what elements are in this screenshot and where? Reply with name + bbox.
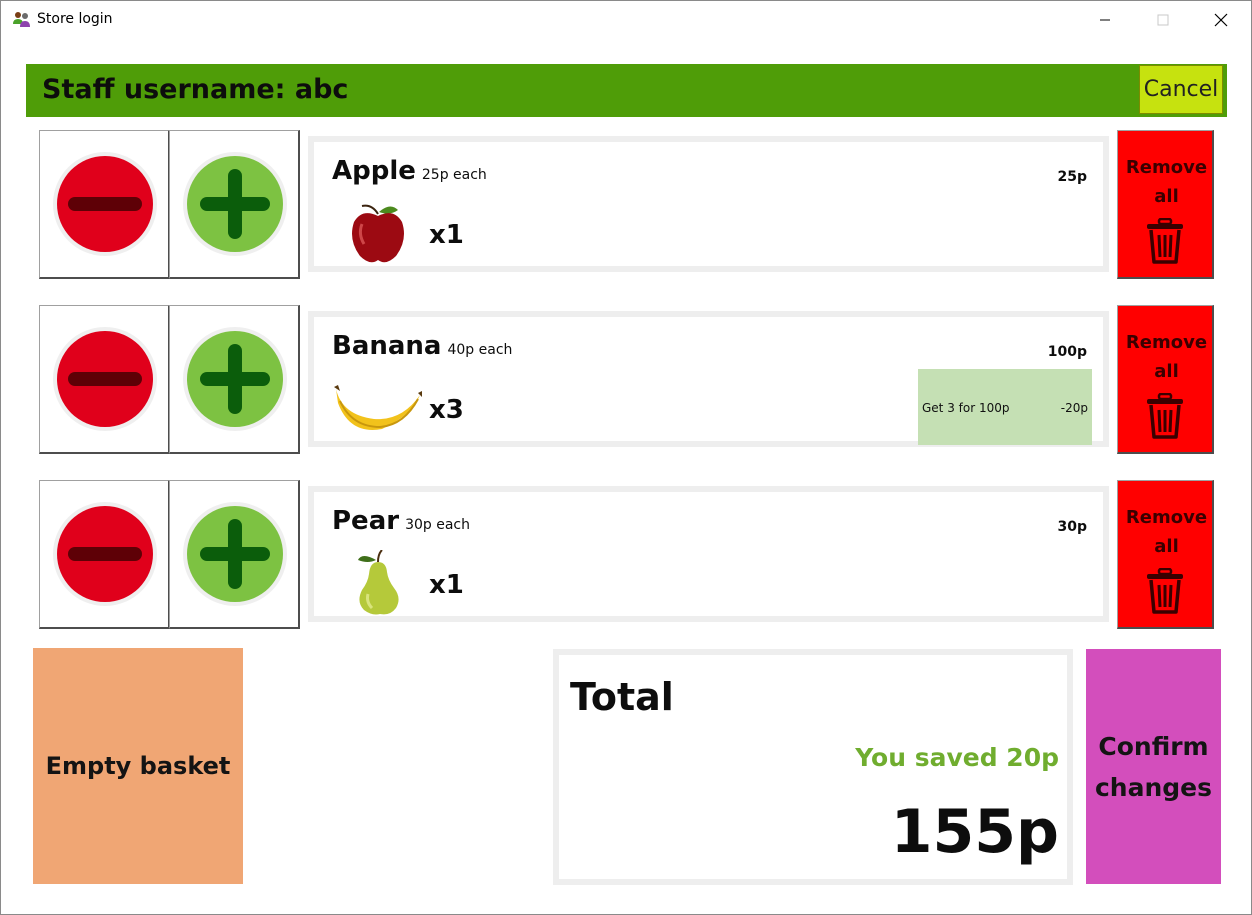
cancel-button[interactable]: Cancel [1139,65,1223,114]
item-quantity: x3 [429,395,464,425]
minus-icon [53,152,157,256]
item-name-text: Banana [332,331,442,361]
increase-apple-button[interactable] [169,130,300,279]
remove-label-line2: all [1154,536,1179,557]
remove-label-line2: all [1154,361,1179,382]
close-icon [1214,13,1228,27]
banana-icon [334,385,422,430]
item-card-apple: Apple 25p each 25p x1 [308,136,1109,272]
close-button[interactable] [1192,1,1250,39]
decrease-banana-button[interactable] [39,305,170,454]
minus-icon [53,327,157,431]
decrease-pear-button[interactable] [39,480,170,629]
users-icon [13,12,30,27]
offer-discount: -20p [1060,401,1088,415]
app-window: Store login Staff username: abc Cancel A… [0,0,1252,915]
remove-label-line1: Remove [1125,507,1208,528]
remove-all-pear-button[interactable]: Remove all [1117,480,1214,629]
item-name-text: Apple [332,156,416,186]
confirm-changes-button[interactable]: Confirm changes [1086,649,1221,884]
minimize-button[interactable] [1076,1,1134,39]
offer-label: Get 3 for 100p [922,401,1010,415]
item-unit-price: 40p each [447,342,513,358]
item-card-pear: Pear 30p each 30p x1 [308,486,1109,622]
item-line-total: 30p [1057,519,1087,535]
item-name: Banana 40p each [332,331,512,361]
basket-row-apple: Apple 25p each 25p x1 Remove all [1,130,1251,280]
trash-icon [1147,568,1183,614]
increase-banana-button[interactable] [169,305,300,454]
total-panel: Total You saved 20p 155p [553,649,1073,885]
total-amount: 155p [890,797,1059,867]
remove-all-apple-button[interactable]: Remove all [1117,130,1214,279]
basket-row-banana: Banana 40p each 100p x3 Get 3 for 100p -2… [1,305,1251,455]
maximize-button[interactable] [1134,1,1192,39]
decrease-apple-button[interactable] [39,130,170,279]
staff-header-bar: Staff username: abc Cancel [26,64,1227,117]
remove-label-line1: Remove [1125,332,1208,353]
item-unit-price: 30p each [405,517,470,533]
pear-icon [358,550,399,615]
item-unit-price: 25p each [421,167,487,183]
total-title: Total [570,675,674,719]
title-bar: Store login [1,1,1251,39]
remove-all-label: Remove all [1118,503,1215,561]
confirm-label-line1: Confirm [1098,731,1209,761]
item-name: Pear 30p each [332,506,470,536]
item-line-total: 25p [1057,169,1087,185]
remove-label-line2: all [1154,186,1179,207]
item-card-banana: Banana 40p each 100p x3 Get 3 for 100p -2… [308,311,1109,447]
staff-username-label: Staff username: abc [42,74,349,105]
trash-icon [1147,393,1183,439]
savings-text: You saved 20p [855,743,1059,772]
confirm-label-line2: changes [1094,772,1213,802]
item-line-total: 100p [1047,344,1087,360]
increase-pear-button[interactable] [169,480,300,629]
item-name-text: Pear [332,506,400,536]
trash-icon [1147,218,1183,264]
minus-icon [53,502,157,606]
minimize-icon [1100,19,1110,21]
remove-all-label: Remove all [1118,153,1215,211]
item-quantity: x1 [429,570,464,600]
item-quantity: x1 [429,220,464,250]
maximize-icon [1157,14,1169,26]
offer-badge: Get 3 for 100p -20p [918,369,1092,445]
remove-all-label: Remove all [1118,328,1215,386]
confirm-label: Confirm changes [1095,726,1212,808]
window-title: Store login [37,11,113,27]
apple-icon [352,204,404,263]
plus-icon [183,327,287,431]
basket-row-pear: Pear 30p each 30p x1 Remove all [1,480,1251,630]
plus-icon [183,502,287,606]
remove-all-banana-button[interactable]: Remove all [1117,305,1214,454]
item-name: Apple 25p each [332,156,487,186]
remove-label-line1: Remove [1125,157,1208,178]
plus-icon [183,152,287,256]
empty-basket-button[interactable]: Empty basket [33,648,243,884]
